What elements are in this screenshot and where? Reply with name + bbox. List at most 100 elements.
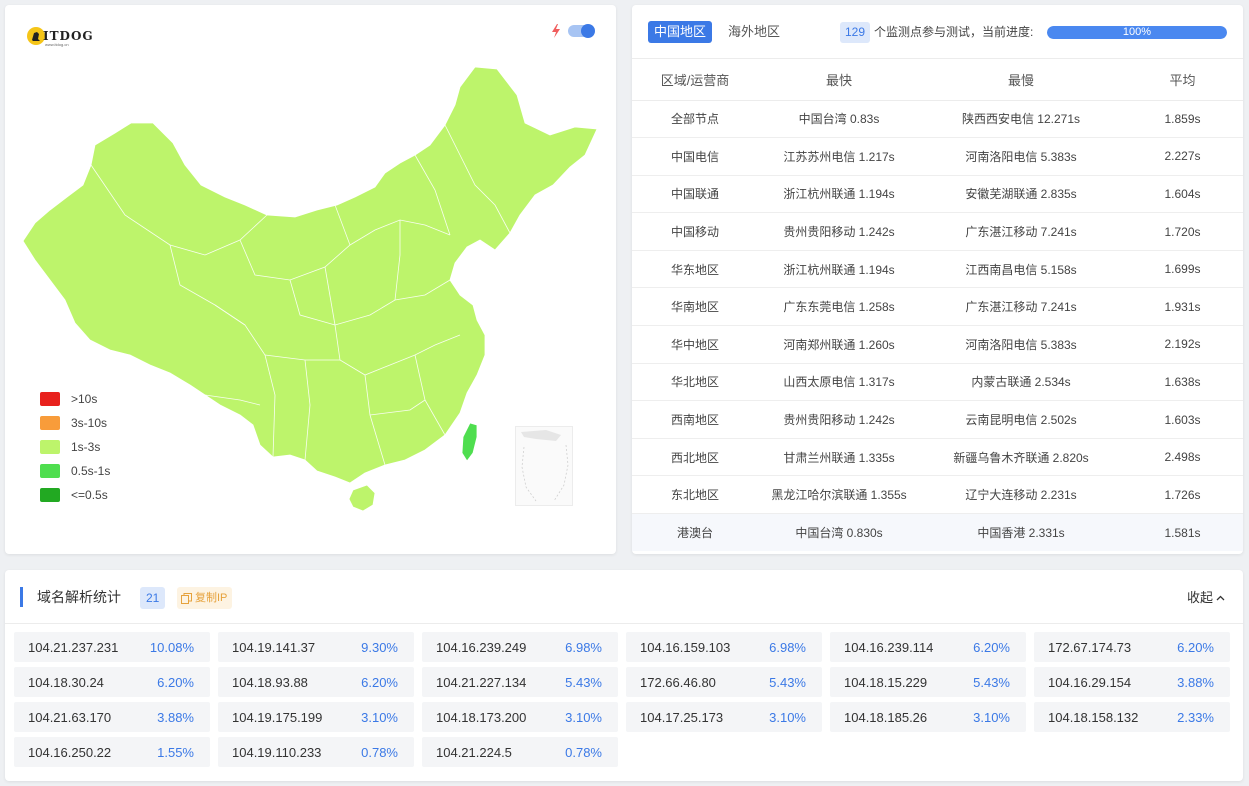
ip-item[interactable]: 104.16.239.114 6.20% [830, 632, 1026, 662]
dns-title: 域名解析统计 [37, 589, 121, 605]
ip-percentage: 3.10% [565, 709, 602, 725]
ip-item[interactable]: 104.18.15.229 5.43% [830, 667, 1026, 697]
ip-percentage: 5.43% [565, 674, 602, 690]
ip-address: 104.16.239.114 [844, 639, 934, 655]
ip-percentage: 3.10% [769, 709, 806, 725]
tab-china[interactable]: 中国地区 [648, 21, 713, 43]
table-row: 华东地区 浙江杭州联通 1.194s 江西南昌电信 5.158s 1.699s [632, 250, 1243, 289]
table-row: 华中地区 河南郑州联通 1.260s 河南洛阳电信 5.383s 2.192s [632, 325, 1243, 364]
legend-item[interactable]: <=0.5s [40, 483, 110, 507]
ip-item[interactable]: 104.18.185.26 3.10% [830, 702, 1026, 732]
ip-list: 104.21.237.231 10.08% 104.19.141.37 9.30% 10… [14, 632, 1234, 767]
cell-average: 1.603s [1122, 400, 1243, 439]
ip-percentage: 9.30% [361, 639, 398, 655]
ip-item[interactable]: 104.18.173.200 3.10% [422, 702, 618, 732]
cell-region: 东北地区 [632, 475, 758, 515]
ip-percentage: 3.10% [361, 709, 398, 725]
logo-url: www.itdog.cn [45, 42, 69, 47]
cell-fastest: 黑龙江哈尔滨联通 1.355s [758, 475, 920, 515]
legend-swatch [40, 488, 60, 502]
ip-item[interactable]: 104.21.63.170 3.88% [14, 702, 210, 732]
ip-item[interactable]: 104.16.239.249 6.98% [422, 632, 618, 662]
cell-slowest: 辽宁大连移动 2.231s [920, 475, 1122, 515]
copy-ip-button[interactable]: 复制IP [177, 587, 233, 609]
col-header-fastest: 最快 [758, 60, 920, 101]
legend-label: <=0.5s [71, 488, 108, 502]
toggle-knob [581, 24, 595, 38]
ip-address: 104.21.237.231 [28, 639, 119, 655]
cell-fastest: 山西太原电信 1.317s [758, 363, 920, 402]
ip-item[interactable]: 104.16.159.103 6.98% [626, 632, 822, 662]
ip-item[interactable]: 104.16.250.22 1.55% [14, 737, 210, 767]
ip-address: 172.66.46.80 [640, 674, 716, 690]
ip-percentage: 3.88% [1177, 674, 1214, 690]
ip-item[interactable]: 104.21.224.5 0.78% [422, 737, 618, 767]
legend-item[interactable]: 1s-3s [40, 435, 110, 459]
cell-average: 2.227s [1122, 137, 1243, 176]
taiwan-region[interactable] [461, 422, 478, 462]
cell-average: 2.192s [1122, 325, 1243, 364]
ip-percentage: 6.20% [361, 674, 398, 690]
cell-average: 1.859s [1122, 100, 1243, 139]
ip-item[interactable]: 104.19.175.199 3.10% [218, 702, 414, 732]
cell-region: 华南地区 [632, 287, 758, 327]
ip-percentage: 3.88% [157, 709, 194, 725]
table-row: 华南地区 广东东莞电信 1.258s 广东湛江移动 7.241s 1.931s [632, 287, 1243, 327]
ip-address: 104.19.110.233 [232, 744, 322, 760]
ip-address: 104.21.224.5 [436, 744, 512, 760]
ip-address: 104.21.227.134 [436, 674, 527, 690]
ip-item[interactable]: 104.21.237.231 10.08% [14, 632, 210, 662]
ip-address: 104.16.250.22 [28, 744, 112, 760]
ip-item[interactable]: 104.21.227.134 5.43% [422, 667, 618, 697]
legend-item[interactable]: 3s-10s [40, 411, 110, 435]
probe-count-badge: 129 [840, 22, 871, 43]
ip-item[interactable]: 172.66.46.80 5.43% [626, 667, 822, 697]
tab-overseas[interactable]: 海外地区 [726, 21, 782, 43]
ip-address: 104.16.239.249 [436, 639, 527, 655]
cell-fastest: 中国台湾 0.830s [758, 513, 920, 552]
legend-swatch [40, 416, 60, 430]
copy-ip-label: 复制IP [195, 592, 228, 604]
region-tabs: 中国地区 海外地区 129 个监测点参与测试，当前进度: 100% [632, 5, 1243, 59]
cell-region: 全部节点 [632, 100, 758, 139]
cell-slowest: 云南昆明电信 2.502s [920, 400, 1122, 439]
ip-percentage: 0.78% [565, 744, 602, 760]
cell-average: 1.720s [1122, 212, 1243, 251]
ip-item[interactable]: 104.16.29.154 3.88% [1034, 667, 1230, 697]
ip-percentage: 2.33% [1177, 709, 1214, 725]
table-row: 东北地区 黑龙江哈尔滨联通 1.355s 辽宁大连移动 2.231s 1.726s [632, 475, 1243, 515]
cell-region: 西南地区 [632, 400, 758, 439]
ip-percentage: 6.98% [769, 639, 806, 655]
cell-slowest: 河南洛阳电信 5.383s [920, 325, 1122, 364]
ip-item[interactable]: 104.18.30.24 6.20% [14, 667, 210, 697]
ip-item[interactable]: 172.67.174.73 6.20% [1034, 632, 1230, 662]
cell-slowest: 广东湛江移动 7.241s [920, 212, 1122, 251]
ip-address: 104.21.63.170 [28, 709, 112, 725]
hainan-region[interactable] [348, 484, 376, 512]
cell-fastest: 中国台湾 0.83s [758, 100, 920, 139]
ip-item[interactable]: 104.18.93.88 6.20% [218, 667, 414, 697]
ip-address: 104.18.185.26 [844, 709, 928, 725]
ip-address: 104.17.25.173 [640, 709, 724, 725]
ip-item[interactable]: 104.17.25.173 3.10% [626, 702, 822, 732]
ip-item[interactable]: 104.18.158.132 2.33% [1034, 702, 1230, 732]
ip-address: 104.19.141.37 [232, 639, 316, 655]
table-row: 西南地区 贵州贵阳移动 1.242s 云南昆明电信 2.502s 1.603s [632, 400, 1243, 439]
cell-average: 1.604s [1122, 175, 1243, 214]
cell-region: 华北地区 [632, 363, 758, 402]
chevron-up-icon [1216, 595, 1225, 600]
legend-swatch [40, 464, 60, 478]
table-row: 全部节点 中国台湾 0.83s 陕西西安电信 12.271s 1.859s [632, 100, 1243, 139]
ip-address: 104.18.15.229 [844, 674, 928, 690]
cell-slowest: 陕西西安电信 12.271s [920, 100, 1122, 139]
lightning-icon [552, 24, 560, 38]
cell-slowest: 江西南昌电信 5.158s [920, 250, 1122, 289]
legend-item[interactable]: >10s [40, 387, 110, 411]
ip-item[interactable]: 104.19.141.37 9.30% [218, 632, 414, 662]
cell-fastest: 河南郑州联通 1.260s [758, 325, 920, 364]
ip-item[interactable]: 104.19.110.233 0.78% [218, 737, 414, 767]
collapse-button[interactable]: 收起 [1187, 587, 1225, 609]
cell-region: 中国电信 [632, 137, 758, 176]
auto-refresh-toggle[interactable] [568, 24, 595, 38]
legend-item[interactable]: 0.5s-1s [40, 459, 110, 483]
